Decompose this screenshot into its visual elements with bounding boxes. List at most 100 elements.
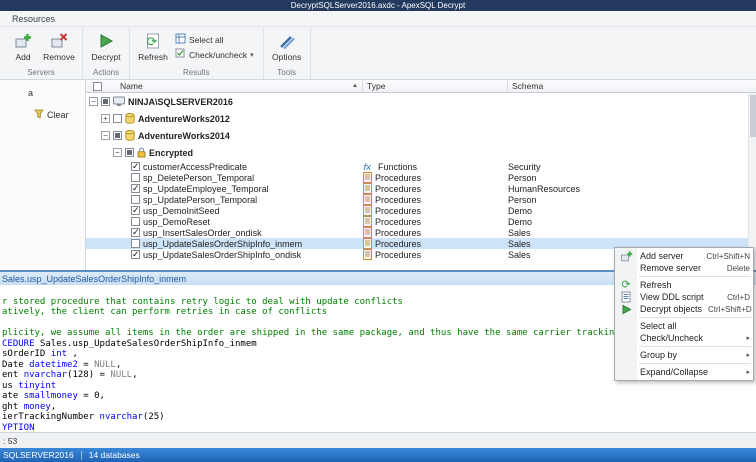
object-name-label: usp_InsertSalesOrder_ondisk [143, 227, 262, 238]
schema-cell: Security [508, 161, 541, 172]
name-cell: usp_UpdateSalesOrderShipInfo_ondisk [86, 250, 363, 260]
options-button[interactable]: Options [269, 29, 305, 62]
tree-row-usp-insertsalesorder-ondisk[interactable]: usp_InsertSalesOrder_ondisk Procedures Sal… [86, 227, 748, 238]
ribbon-group-tools: Options Tools [264, 27, 311, 79]
row-checkbox[interactable] [131, 195, 140, 204]
tree-row-adventureworks2012[interactable]: + AdventureWorks2012 [86, 110, 748, 127]
procedure-icon [363, 249, 372, 260]
name-cell: − AdventureWorks2014 [86, 130, 363, 141]
grid-scrollbar[interactable] [748, 93, 756, 270]
decrypt-button[interactable]: Decrypt [88, 29, 124, 62]
grid-scrollbar-thumb[interactable] [750, 95, 756, 137]
name-cell: usp_UpdateSalesOrderShipInfo_inmem [86, 239, 363, 249]
header-checkbox[interactable] [93, 81, 102, 91]
clear-filter-button[interactable]: Clear [34, 109, 85, 121]
row-checkbox[interactable] [131, 184, 140, 194]
server-icon [113, 96, 125, 107]
code-line: us tinyint [2, 380, 57, 391]
row-checkbox[interactable] [131, 217, 140, 226]
tree-row-sp-updateemployee-temporal[interactable]: sp_UpdateEmployee_Temporal Procedures Huma… [86, 183, 748, 194]
procedure-icon [363, 172, 372, 183]
svg-text:⟳: ⟳ [147, 34, 158, 49]
tree-row-customeraccesspredicate[interactable]: customerAccessPredicate fx Functions Securi… [86, 161, 748, 172]
name-cell: sp_UpdatePerson_Temporal [86, 195, 363, 205]
select-all-button[interactable]: Select all [171, 32, 258, 47]
tree-row-sp-deleteperson-temporal[interactable]: sp_DeletePerson_Temporal Procedures Person [86, 172, 748, 183]
options-icon [278, 31, 296, 51]
decrypt-icon [97, 31, 115, 51]
row-checkbox[interactable] [101, 97, 110, 106]
menu-item-select-all[interactable]: Select all [615, 320, 753, 332]
row-checkbox[interactable] [131, 206, 140, 216]
object-name-label: customerAccessPredicate [143, 161, 248, 172]
decrypt-icon [615, 304, 637, 315]
add-server-button[interactable]: Add [5, 29, 41, 62]
remove-server-button[interactable]: Remove [41, 29, 77, 62]
tree-row-usp-demoreset[interactable]: usp_DemoReset Procedures Demo [86, 216, 748, 227]
refresh-button[interactable]: ⟳ Refresh [135, 29, 171, 62]
menu-item-decrypt-objects[interactable]: Decrypt objects Ctrl+Shift+D [615, 303, 753, 315]
tree-expander-icon[interactable]: − [113, 148, 122, 157]
ribbon-group-servers: Add Remove Servers [0, 27, 83, 79]
tree-row-adventureworks2014[interactable]: − AdventureWorks2014 [86, 127, 748, 144]
type-cell: Procedures [363, 172, 508, 183]
menu-item-label: Group by [640, 350, 678, 360]
menu-item-label: Add server [640, 251, 684, 261]
code-line: ght money, [2, 401, 57, 412]
tree-row-sp-updateperson-temporal[interactable]: sp_UpdatePerson_Temporal Procedures Person [86, 194, 748, 205]
type-cell: Procedures [363, 238, 508, 249]
menu-separator [639, 317, 751, 318]
ribbon-tab-resources[interactable]: Resources [0, 12, 65, 26]
row-checkbox[interactable] [131, 173, 140, 182]
name-cell: usp_InsertSalesOrder_ondisk [86, 228, 363, 238]
object-name-label: usp_UpdateSalesOrderShipInfo_ondisk [143, 249, 302, 260]
type-cell: Procedures [363, 227, 508, 238]
row-checkbox[interactable] [113, 131, 122, 140]
ddl-icon [615, 291, 637, 303]
column-header-schema[interactable]: Schema [508, 80, 756, 92]
row-checkbox[interactable] [125, 148, 134, 157]
menu-item-expand-collapse[interactable]: Expand/Collapse ▸ [615, 366, 753, 378]
type-cell: Procedures [363, 216, 508, 227]
ribbon-group-servers-label: Servers [27, 68, 55, 77]
options-label: Options [271, 52, 302, 62]
row-checkbox[interactable] [131, 228, 140, 238]
submenu-arrow-icon: ▸ [746, 369, 750, 376]
column-header-name[interactable]: Name ▲ [86, 80, 363, 92]
code-line: YPTION [2, 422, 35, 433]
ribbon-body: Add Remove Servers Decrypt Actions ⟳ Ref… [0, 27, 756, 79]
column-header-type[interactable]: Type [363, 80, 508, 92]
menu-item-group-by[interactable]: Group by ▸ [615, 349, 753, 361]
tree-expander-icon[interactable]: + [101, 114, 110, 123]
row-checkbox[interactable] [131, 250, 140, 260]
ribbon-group-actions: Decrypt Actions [83, 27, 130, 79]
menu-item-label: Expand/Collapse [640, 367, 709, 377]
ribbon-group-results: ⟳ Refresh Select all Check/uncheck ▾ Res… [130, 27, 264, 79]
check-uncheck-button[interactable]: Check/uncheck ▾ [171, 47, 258, 62]
tree-row-encrypted[interactable]: − Encrypted [86, 144, 748, 161]
cursor-position-label: : 53 [3, 435, 18, 446]
name-cell: usp_DemoReset [86, 217, 363, 227]
tree-row-ninja-sqlserver2016[interactable]: − NINJA\SQLSERVER2016 [86, 93, 748, 110]
select-all-icon [175, 33, 186, 46]
sidebar-partial-label: a [28, 88, 34, 98]
tree-expander-icon[interactable]: − [101, 131, 110, 140]
menu-item-check-uncheck[interactable]: Check/Uncheck ▸ [615, 332, 753, 344]
row-checkbox[interactable] [131, 162, 140, 172]
menu-shortcut-label: Ctrl+Shift+N [706, 251, 750, 261]
row-checkbox[interactable] [131, 239, 140, 248]
menu-shortcut-label: Delete [726, 263, 750, 273]
menu-item-view-ddl-script[interactable]: View DDL script Ctrl+D [615, 291, 753, 303]
type-label: Procedures [375, 172, 422, 183]
object-name-label: AdventureWorks2012 [138, 113, 230, 124]
row-checkbox[interactable] [113, 114, 122, 123]
object-name-label: sp_UpdateEmployee_Temporal [143, 183, 269, 194]
menu-item-refresh[interactable]: ⟳ Refresh [615, 279, 753, 291]
tree-expander-icon[interactable]: − [89, 97, 98, 106]
type-cell: fx Functions [363, 161, 508, 173]
procedure-icon [363, 205, 372, 216]
menu-item-add-server[interactable]: Add server Ctrl+Shift+N [615, 250, 753, 262]
tree-row-usp-demoinitseed[interactable]: usp_DemoInitSeed Procedures Demo [86, 205, 748, 216]
title-bar[interactable]: DecryptSQLServer2016.axdc - ApexSQL Decr… [0, 0, 756, 11]
menu-item-remove-server[interactable]: Remove server Delete [615, 262, 753, 274]
